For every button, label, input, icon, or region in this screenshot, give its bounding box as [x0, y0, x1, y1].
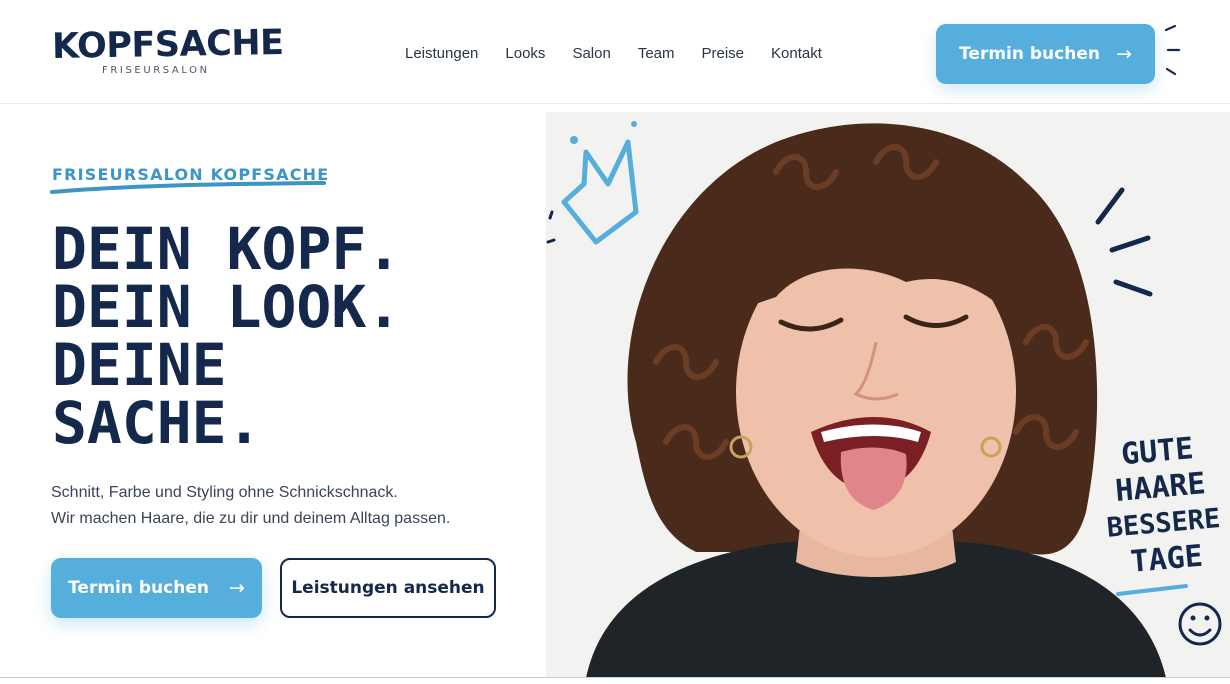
arrow-right-icon: →: [1115, 43, 1132, 65]
nav-item-looks[interactable]: Looks: [505, 44, 545, 64]
headline-line-1: DEIN KOPF.: [52, 215, 402, 283]
main-nav: Leistungen Looks Salon Team Preise Konta…: [405, 44, 849, 64]
headline-line-3: DEINE: [52, 331, 227, 399]
site-header: KOPFSACHE FRISEURSALON Leistungen Looks …: [0, 0, 1230, 104]
headline-line-4: SACHE.: [52, 389, 262, 457]
view-services-label: Leistungen ansehen: [291, 578, 485, 598]
eyebrow-underline: [50, 181, 326, 194]
nav-item-salon[interactable]: Salon: [572, 44, 610, 64]
header-book-label: Termin buchen: [959, 44, 1100, 64]
portrait-illustration: [546, 112, 1230, 678]
arrow-right-icon: →: [228, 577, 245, 599]
view-services-button[interactable]: Leistungen ansehen: [280, 558, 496, 618]
section-divider: [0, 677, 1230, 678]
book-appointment-button[interactable]: Termin buchen →: [51, 558, 262, 618]
menu-icon[interactable]: [1162, 22, 1186, 78]
book-appointment-label: Termin buchen: [68, 578, 209, 598]
hero-subtext: Schnitt, Farbe und Styling ohne Schnicks…: [51, 480, 450, 532]
logo[interactable]: KOPFSACHE FRISEURSALON: [52, 23, 284, 76]
subtext-line-2: Wir machen Haare, die zu dir und deinem …: [51, 510, 451, 527]
hero-headline: DEIN KOPF. DEIN LOOK. DEINE SACHE.: [52, 220, 522, 452]
subtext-line-1: Schnitt, Farbe und Styling ohne Schnicks…: [51, 484, 398, 501]
hero-photo: GUTE HAARE BESSERE TAGE: [546, 112, 1230, 678]
logo-name: KOPFSACHE: [51, 22, 284, 67]
logo-subtitle: FRISEURSALON: [102, 65, 210, 76]
nav-item-team[interactable]: Team: [638, 44, 675, 64]
nav-item-kontakt[interactable]: Kontakt: [771, 44, 822, 64]
handwritten-slogan: GUTE HAARE BESSERE TAGE: [1086, 428, 1230, 584]
headline-line-2: DEIN LOOK.: [52, 273, 402, 341]
header-book-button[interactable]: Termin buchen →: [936, 24, 1155, 84]
nav-item-preise[interactable]: Preise: [702, 44, 745, 64]
nav-item-leistungen[interactable]: Leistungen: [405, 44, 478, 64]
